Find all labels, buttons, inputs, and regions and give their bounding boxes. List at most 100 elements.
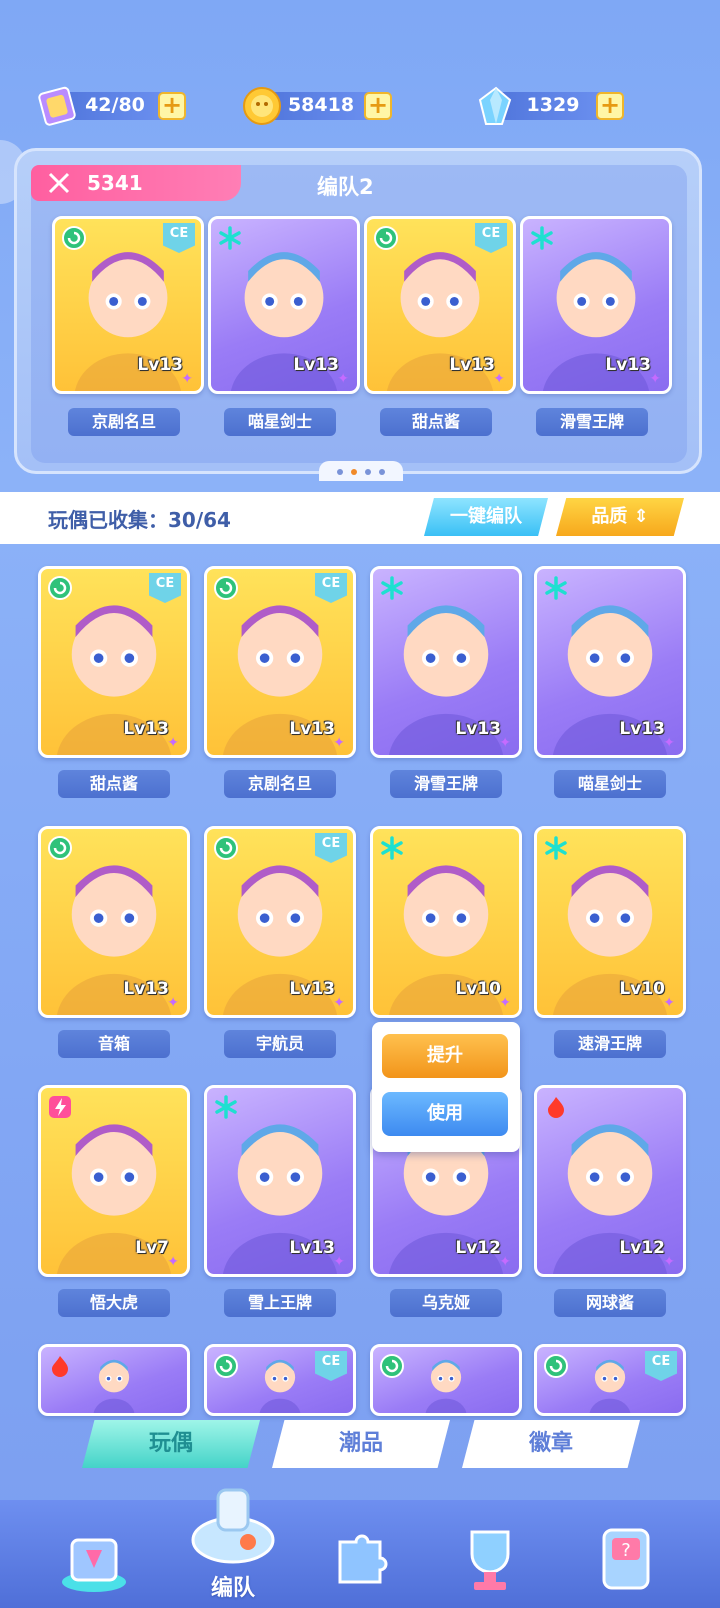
swirl-element-icon <box>373 225 399 251</box>
star-rating-icon: ✦ <box>333 995 345 1011</box>
team-member-card[interactable]: CE Lv13 ✦ <box>364 216 516 394</box>
fire-element-icon <box>543 1094 569 1120</box>
doll-name-tag: 京剧名旦 <box>68 408 180 436</box>
puzzle-icon <box>338 1534 388 1584</box>
doll-level: Lv13 <box>289 1238 335 1258</box>
shop-icon <box>62 1538 126 1592</box>
star-rating-icon: ✦ <box>663 1254 675 1270</box>
star-rating-icon: ✦ <box>663 995 675 1011</box>
add-coin-button[interactable]: + <box>364 92 392 120</box>
doll-level: Lv13 <box>289 719 335 739</box>
doll-card[interactable]: CE <box>204 1344 356 1416</box>
star-rating-icon: ✦ <box>493 371 505 387</box>
tab-trendy-items[interactable]: 潮品 <box>272 1420 450 1468</box>
team-member-card[interactable]: Lv13 ✦ <box>208 216 360 394</box>
doll-name-tag: 网球酱 <box>554 1289 666 1317</box>
swirl-element-icon <box>379 1353 405 1379</box>
doll-level: Lv12 <box>619 1238 665 1258</box>
doll-level: Lv10 <box>455 979 501 999</box>
auto-team-button[interactable]: 一键编队 <box>424 498 548 536</box>
team-member-card[interactable]: Lv13 ✦ <box>520 216 672 394</box>
collection-bar: 玩偶已收集：30/64 一键编队 品质 ⇕ <box>0 492 720 544</box>
doll-card[interactable]: CE Lv13 ✦ <box>204 566 356 758</box>
doll-name-tag: 雪上王牌 <box>224 1289 336 1317</box>
resource-value: 58418 <box>287 94 355 116</box>
doll-card[interactable]: CE <box>534 1344 686 1416</box>
bolt-element-icon <box>47 1094 73 1120</box>
fire-element-icon <box>47 1353 73 1379</box>
doll-level: Lv12 <box>455 1238 501 1258</box>
snow-element-icon <box>529 225 555 251</box>
doll-card[interactable]: Lv13 ✦ <box>204 1085 356 1277</box>
doll-level: Lv13 <box>289 979 335 999</box>
page-dot[interactable] <box>379 469 385 475</box>
doll-name-tag: 滑雪王牌 <box>536 408 648 436</box>
swirl-element-icon <box>47 835 73 861</box>
star-rating-icon: ✦ <box>167 1254 179 1270</box>
swirl-element-icon <box>213 1353 239 1379</box>
doll-name-tag: 甜点酱 <box>380 408 492 436</box>
upgrade-button[interactable]: 提升 <box>382 1034 508 1078</box>
doll-action-popup: 提升 使用 <box>372 1022 520 1152</box>
swirl-element-icon <box>61 225 87 251</box>
doll-card[interactable]: Lv10 ✦ <box>534 826 686 1018</box>
svg-text:?: ? <box>621 1540 631 1561</box>
tab-dolls[interactable]: 玩偶 <box>82 1420 260 1468</box>
doll-name-tag: 悟大虎 <box>58 1289 170 1317</box>
doll-card[interactable] <box>370 1344 522 1416</box>
doll-card[interactable]: Lv13 ✦ <box>534 566 686 758</box>
resource-value: 1329 <box>526 94 580 116</box>
page-dot-active[interactable] <box>351 469 357 475</box>
doll-card[interactable]: Lv12 ✦ <box>534 1085 686 1277</box>
use-button[interactable]: 使用 <box>382 1092 508 1136</box>
doll-name-tag: 甜点酱 <box>58 770 170 798</box>
page-dot[interactable] <box>337 469 343 475</box>
doll-card[interactable]: CE Lv13 ✦ <box>204 826 356 1018</box>
doll-name-tag: 喵星剑士 <box>224 408 336 436</box>
team-power-value: 5341 <box>87 171 143 195</box>
snow-element-icon <box>379 575 405 601</box>
doll-card[interactable] <box>38 1344 190 1416</box>
trophy-icon <box>470 1530 510 1590</box>
snow-element-icon <box>543 575 569 601</box>
team-member-card[interactable]: CE Lv13 ✦ <box>52 216 204 394</box>
doll-level: Lv13 <box>619 719 665 739</box>
star-rating-icon: ✦ <box>333 1254 345 1270</box>
star-rating-icon: ✦ <box>181 371 193 387</box>
add-ticket-button[interactable]: + <box>158 92 186 120</box>
star-rating-icon: ✦ <box>663 735 675 751</box>
nav-puzzle[interactable] <box>318 1520 402 1600</box>
doll-level: Lv13 <box>123 719 169 739</box>
doll-card[interactable]: Lv7 ✦ <box>38 1085 190 1277</box>
snow-element-icon <box>379 835 405 861</box>
star-rating-icon: ✦ <box>167 735 179 751</box>
swirl-element-icon <box>543 1353 569 1379</box>
nav-team[interactable]: 编队 <box>178 1480 288 1604</box>
doll-name-tag: 宇航员 <box>224 1030 336 1058</box>
doll-level: Lv13 <box>123 979 169 999</box>
doll-level: Lv13 <box>293 355 339 375</box>
star-rating-icon: ✦ <box>499 735 511 751</box>
sort-arrows-icon: ⇕ <box>633 506 649 527</box>
star-rating-icon: ✦ <box>649 371 661 387</box>
star-rating-icon: ✦ <box>167 995 179 1011</box>
doll-level: Lv13 <box>449 355 495 375</box>
doll-card[interactable]: Lv13 ✦ <box>370 566 522 758</box>
doll-card[interactable]: CE Lv13 ✦ <box>38 566 190 758</box>
doll-level: Lv13 <box>137 355 183 375</box>
add-crystal-button[interactable]: + <box>596 92 624 120</box>
doll-name-tag: 滑雪王牌 <box>390 770 502 798</box>
swirl-element-icon <box>213 575 239 601</box>
tab-badges[interactable]: 徽章 <box>462 1420 640 1468</box>
nav-shop[interactable] <box>52 1520 136 1600</box>
nav-trophy[interactable] <box>448 1520 532 1600</box>
doll-card[interactable]: Lv10 ✦ <box>370 826 522 1018</box>
quality-sort-button[interactable]: 品质 ⇕ <box>556 498 684 536</box>
star-rating-icon: ✦ <box>337 371 349 387</box>
doll-card[interactable]: Lv13 ✦ <box>38 826 190 1018</box>
nav-mystery[interactable]: ? <box>584 1520 668 1600</box>
collection-count: 玩偶已收集：30/64 <box>48 508 231 532</box>
crossed-swords-icon <box>48 172 70 194</box>
snow-element-icon <box>217 225 243 251</box>
page-dot[interactable] <box>365 469 371 475</box>
